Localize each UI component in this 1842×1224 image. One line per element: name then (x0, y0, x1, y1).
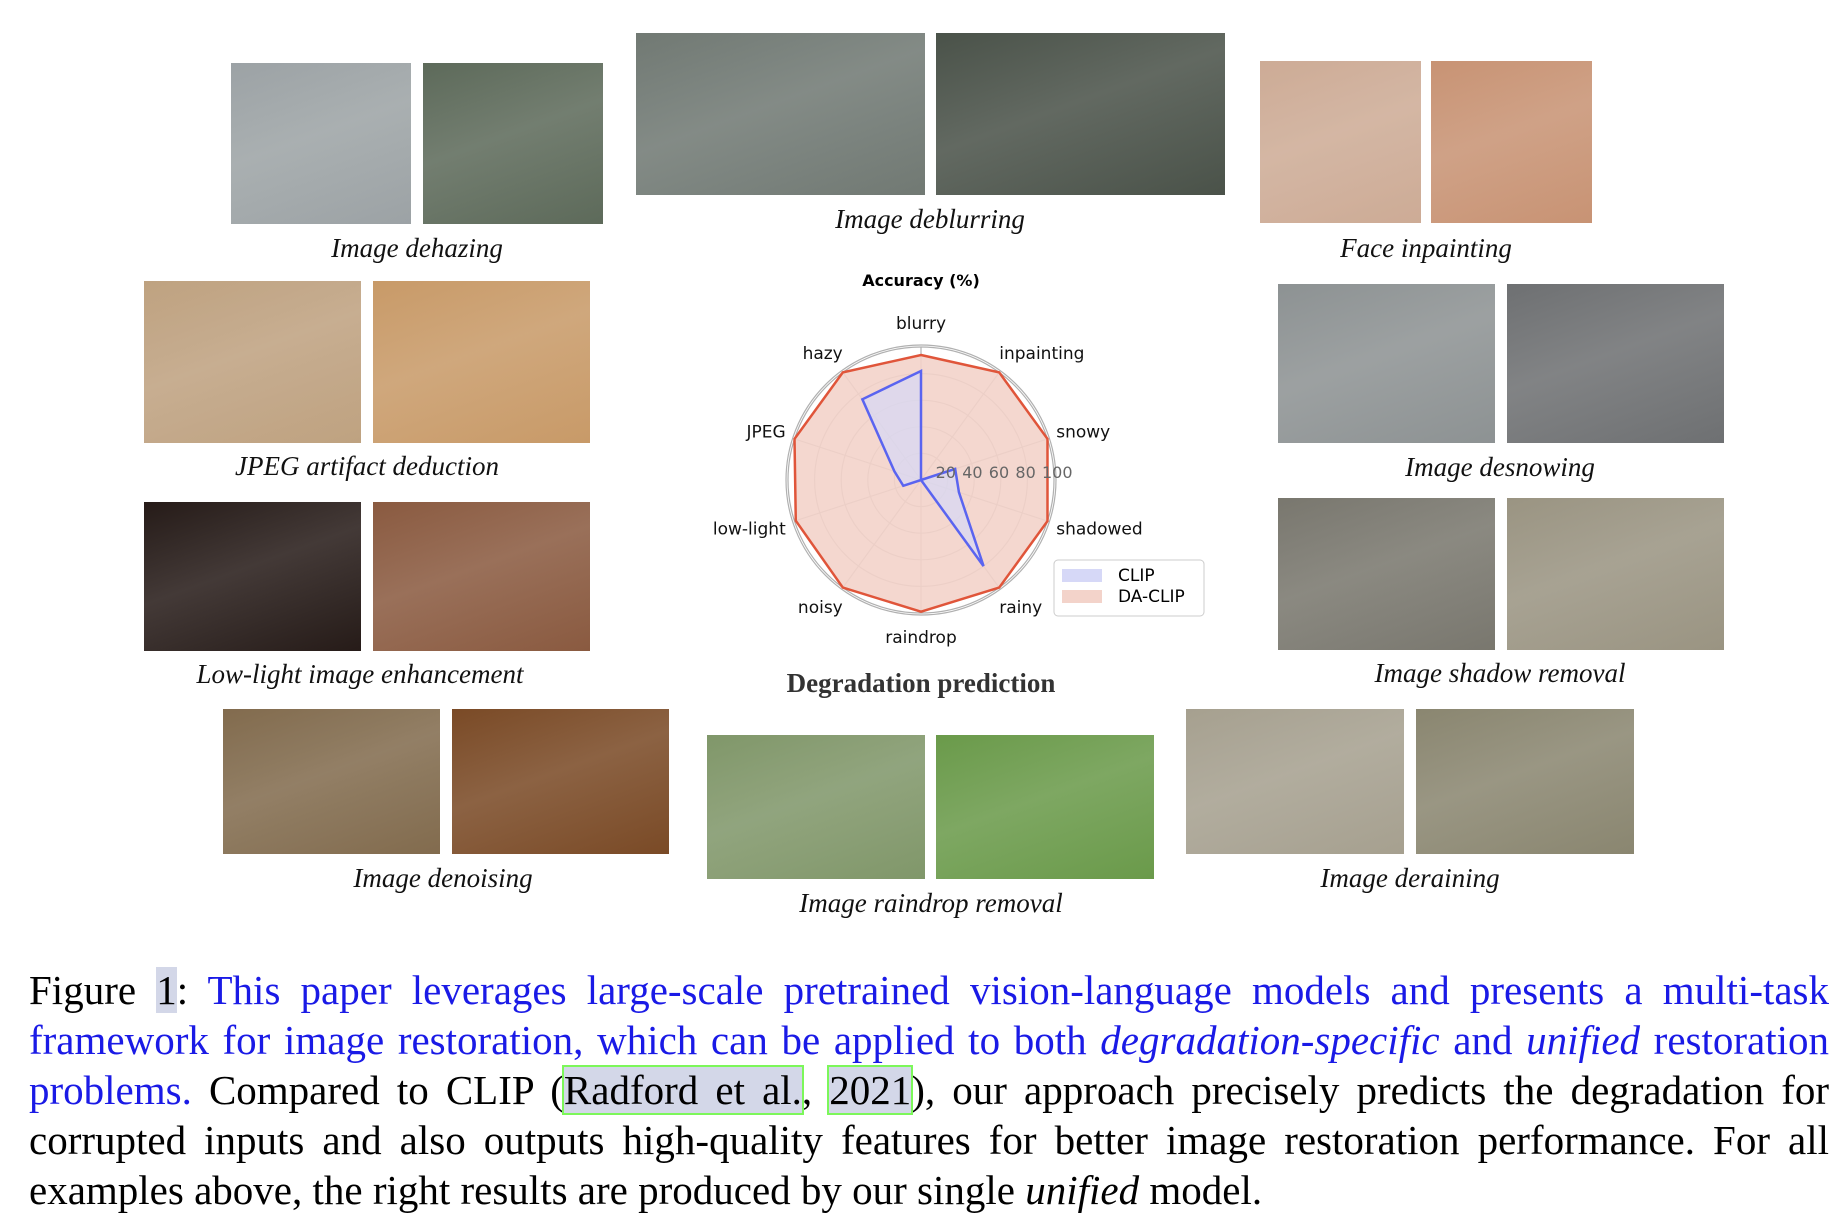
panel-caption: Image dehazing (331, 233, 503, 263)
legend-label: DA-CLIP (1118, 587, 1185, 607)
category-label: noisy (798, 598, 843, 618)
panel-caption: Image shadow removal (1374, 658, 1626, 688)
caption-text: , (801, 1067, 830, 1113)
restored-image (373, 502, 590, 651)
panel-caption: Image deblurring (835, 204, 1025, 234)
radial-tick-label: 80 (1015, 463, 1035, 482)
panel-caption: Image desnowing (1405, 452, 1595, 482)
radar-chart: 20 40 60 80 100 blurry inpainting snowy shadowed… (713, 271, 1205, 648)
radial-tick-label: 40 (962, 463, 982, 482)
degraded-image (707, 735, 925, 879)
caption-italic: degradation-specific (1100, 1017, 1440, 1063)
radial-tick-label: 100 (1042, 463, 1073, 482)
legend-swatch (1062, 569, 1102, 582)
restored-image (936, 33, 1225, 195)
category-label: inpainting (999, 344, 1084, 364)
degraded-image (1260, 61, 1421, 223)
restored-image (1507, 284, 1724, 443)
caption-text: and (1439, 1017, 1527, 1063)
figure-caption: Figure 1: This paper leverages large-sca… (29, 965, 1829, 1215)
citation-link-year[interactable]: 2021 (827, 1065, 914, 1115)
restored-image (452, 709, 669, 854)
panel-caption: Image raindrop removal (799, 888, 1063, 918)
caption-italic: unified (1526, 1017, 1641, 1063)
citation-link-authors[interactable]: Radford et al. (561, 1065, 804, 1115)
degraded-image (144, 502, 361, 651)
panel-caption: Low-light image enhancement (196, 659, 524, 689)
category-label: rainy (999, 598, 1042, 618)
figure-number-link[interactable]: 1 (156, 967, 177, 1013)
restored-image (423, 63, 603, 224)
degraded-image (1278, 498, 1495, 650)
radial-tick-label: 60 (989, 463, 1009, 482)
figure-label: Figure (29, 967, 157, 1013)
panel-caption: Face inpainting (1340, 233, 1512, 263)
category-label: raindrop (885, 628, 957, 648)
category-label: blurry (896, 314, 946, 334)
panel-caption: Image deraining (1320, 863, 1500, 893)
degraded-image (231, 63, 411, 224)
chart-title: Accuracy (%) (862, 271, 980, 290)
restored-image (373, 281, 590, 443)
caption-text: model. (1139, 1167, 1263, 1213)
restored-image (1507, 498, 1724, 650)
degraded-image (636, 33, 925, 195)
panel-caption: JPEG artifact deduction (235, 451, 499, 481)
degraded-image (223, 709, 440, 854)
restored-image (1431, 61, 1592, 223)
legend-swatch (1062, 590, 1102, 603)
restored-image (1416, 709, 1634, 854)
category-label: snowy (1056, 423, 1110, 443)
degraded-image (1186, 709, 1404, 854)
radial-tick-label: 20 (936, 463, 956, 482)
degraded-image (1278, 284, 1495, 443)
panel-caption: Image denoising (353, 863, 533, 893)
category-label: shadowed (1056, 519, 1142, 539)
chart-subtitle: Degradation prediction (786, 668, 1056, 698)
caption-text: Compared to CLIP ( (191, 1067, 564, 1113)
degraded-image (144, 281, 361, 443)
category-label: JPEG (746, 423, 786, 443)
category-label: hazy (803, 344, 843, 364)
caption-italic: unified (1025, 1167, 1140, 1213)
legend-label: CLIP (1118, 566, 1155, 586)
category-label: low-light (713, 519, 786, 539)
restored-image (936, 735, 1154, 879)
caption-colon: : (176, 967, 208, 1013)
